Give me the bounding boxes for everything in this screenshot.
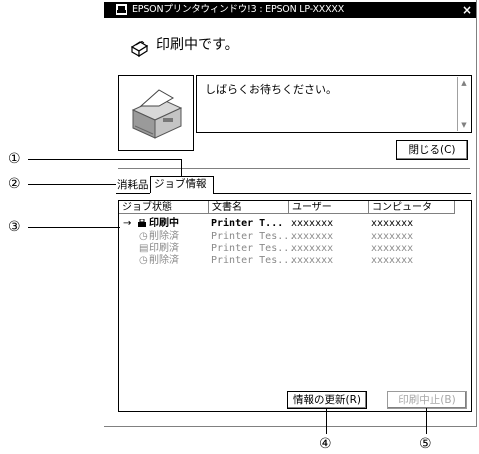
- callout-2-line: [28, 184, 116, 185]
- job-document: Printer Tes...: [211, 243, 296, 254]
- detail-message-box: しばらくお待ちください。 ▲ ▼: [196, 75, 472, 133]
- callout-1-line: [28, 159, 181, 160]
- job-document: Printer Tes...: [211, 231, 296, 242]
- job-list[interactable]: ジョブ状態 文書名 ユーザー コンピュータ → 印刷中 Printer T...…: [118, 200, 472, 412]
- table-row[interactable]: ◷ 削除済 Printer Tes... xxxxxxx xxxxxxx: [119, 255, 471, 267]
- tab-job-info[interactable]: ジョブ情報: [154, 177, 207, 191]
- callout-2: ②: [8, 176, 21, 192]
- column-header-document[interactable]: 文書名: [209, 201, 289, 214]
- job-computer: xxxxxxx: [371, 255, 414, 266]
- job-status: 印刷済: [149, 243, 179, 254]
- job-computer: xxxxxxx: [371, 218, 414, 229]
- scroll-down-icon[interactable]: ▼: [458, 119, 470, 131]
- column-header-status[interactable]: ジョブ状態: [119, 201, 209, 214]
- callout-4: ④: [319, 436, 332, 452]
- callout-1-leader: [181, 159, 182, 176]
- printer-app-icon: [116, 4, 127, 15]
- callout-3: ③: [8, 219, 21, 235]
- job-computer: xxxxxxx: [371, 243, 414, 254]
- close-button[interactable]: 閉じる(C): [396, 140, 468, 160]
- job-status: 印刷中: [149, 218, 179, 229]
- column-header-computer[interactable]: コンピュータ: [369, 201, 455, 214]
- table-row[interactable]: → 印刷中 Printer T... xxxxxxx xxxxxxx: [119, 218, 471, 230]
- tab-base-left: [116, 193, 150, 194]
- job-deleted-icon: ◷: [139, 231, 148, 242]
- job-status: 削除済: [149, 255, 179, 266]
- cancel-print-button[interactable]: 印刷中止(B): [387, 391, 467, 409]
- scroll-up-icon[interactable]: ▲: [458, 77, 470, 89]
- tab-base-right: [213, 193, 471, 194]
- callout-4-leader: [326, 408, 327, 434]
- job-document: Printer Tes...: [211, 255, 296, 266]
- printer-illustration-icon: [119, 76, 193, 150]
- job-user: xxxxxxx: [291, 231, 334, 242]
- tab-consumables[interactable]: 消耗品: [117, 178, 149, 192]
- status-message: 印刷中です。: [156, 37, 239, 53]
- job-user: xxxxxxx: [291, 218, 334, 229]
- job-user: xxxxxxx: [291, 255, 334, 266]
- job-user: xxxxxxx: [291, 243, 334, 254]
- table-row[interactable]: ◷ 削除済 Printer Tes... xxxxxxx xxxxxxx: [119, 231, 471, 243]
- callout-5: ⑤: [419, 436, 432, 452]
- job-list-header: ジョブ状態 文書名 ユーザー コンピュータ: [119, 201, 471, 215]
- printer-icon: [130, 40, 149, 58]
- callout-1: ①: [8, 151, 21, 167]
- table-row[interactable]: ▤ 印刷済 Printer Tes... xxxxxxx xxxxxxx: [119, 243, 471, 255]
- job-deleted-icon: ◷: [139, 255, 148, 266]
- column-header-user[interactable]: ユーザー: [289, 201, 369, 214]
- tab-job-left: [150, 176, 151, 193]
- window-title: EPSONプリンタウィンドウ!3 : EPSON LP-XXXXX: [132, 4, 345, 15]
- job-computer: xxxxxxx: [371, 231, 414, 242]
- callout-3-line: [28, 227, 120, 228]
- job-printed-icon: ▤: [139, 243, 149, 254]
- callout-5-leader: [426, 408, 427, 434]
- job-status: 削除済: [149, 231, 179, 242]
- detail-message: しばらくお待ちください。: [205, 83, 337, 96]
- job-document: Printer T...: [211, 218, 284, 229]
- refresh-info-button[interactable]: 情報の更新(R): [287, 391, 367, 409]
- arrow-icon: →: [123, 218, 132, 229]
- printer-image: [118, 75, 194, 151]
- message-scrollbar[interactable]: ▲ ▼: [457, 77, 470, 131]
- title-bar: EPSONプリンタウィンドウ!3 : EPSON LP-XXXXX ×: [104, 2, 476, 18]
- close-icon[interactable]: ×: [462, 2, 472, 18]
- separator: [118, 168, 470, 169]
- tab-job-right: [213, 176, 214, 193]
